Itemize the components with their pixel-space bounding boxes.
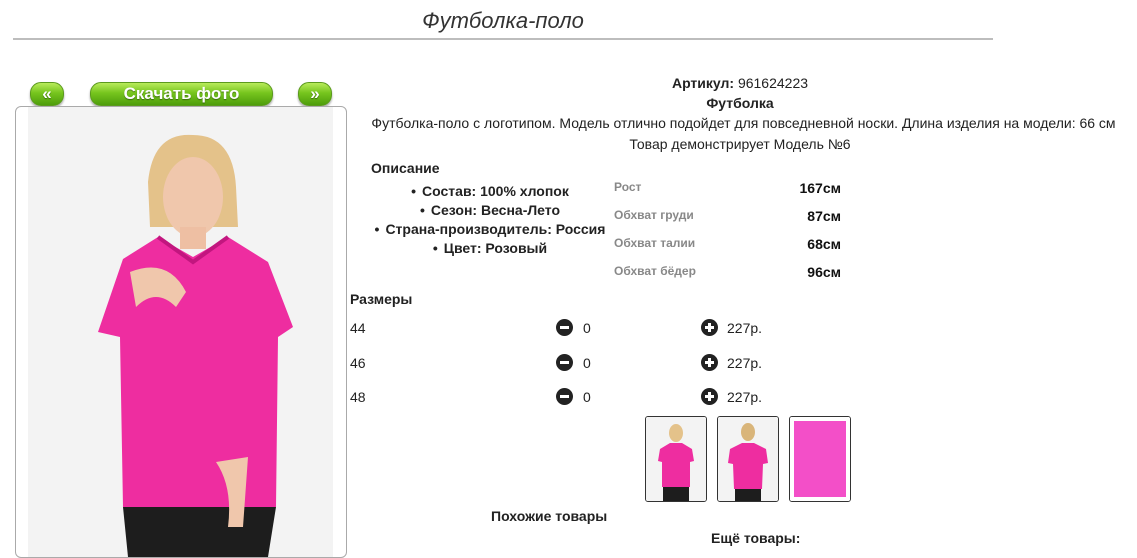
article-line: Артикул: 961624223 bbox=[350, 75, 1130, 91]
thumbnail-front[interactable] bbox=[645, 416, 707, 502]
article-label: Артикул: bbox=[671, 75, 735, 91]
measure-value-chest: 87см bbox=[807, 208, 841, 224]
size-qty: 0 bbox=[583, 355, 591, 371]
size-price: 227р. bbox=[727, 320, 763, 336]
model-note: Товар демонстрирует Модель №6 bbox=[629, 136, 851, 152]
size-label: 48 bbox=[350, 389, 366, 405]
prev-photo-button[interactable]: « bbox=[30, 82, 64, 106]
product-description: Футболка-поло с логотипом. Модель отличн… bbox=[371, 115, 1116, 131]
download-photo-button[interactable]: Скачать фото bbox=[90, 82, 273, 106]
size-price: 227р. bbox=[727, 389, 763, 405]
decrease-qty-icon[interactable] bbox=[556, 354, 573, 371]
title-divider bbox=[13, 38, 993, 40]
next-photo-button[interactable]: » bbox=[298, 82, 332, 106]
more-products-heading: Ещё товары: bbox=[711, 530, 801, 546]
measure-label-chest: Обхват груди bbox=[614, 208, 694, 222]
article-value: 961624223 bbox=[737, 75, 809, 91]
product-type: Футболка bbox=[706, 95, 774, 111]
thumbnail-back[interactable] bbox=[717, 416, 779, 502]
sizes-heading: Размеры bbox=[350, 291, 413, 307]
measure-label-height: Рост bbox=[614, 180, 642, 194]
details-item: Цвет: Розовый bbox=[370, 239, 610, 258]
details-list: Состав: 100% хлопок Сезон: Весна-Лето Ст… bbox=[370, 182, 610, 258]
measure-label-waist: Обхват талии bbox=[614, 236, 696, 250]
size-label: 44 bbox=[350, 320, 366, 336]
increase-qty-icon[interactable] bbox=[701, 319, 718, 336]
details-heading: Описание bbox=[371, 160, 440, 176]
measure-value-hips: 96см bbox=[807, 264, 841, 280]
decrease-qty-icon[interactable] bbox=[556, 319, 573, 336]
details-item: Страна-производитель: Россия bbox=[370, 220, 610, 239]
measure-label-hips: Обхват бёдер bbox=[614, 264, 696, 278]
size-label: 46 bbox=[350, 355, 366, 371]
thumbnail-fabric[interactable] bbox=[789, 416, 851, 502]
increase-qty-icon[interactable] bbox=[701, 354, 718, 371]
main-product-photo[interactable] bbox=[28, 107, 333, 557]
main-photo-frame bbox=[15, 106, 347, 558]
details-item: Состав: 100% хлопок bbox=[370, 182, 610, 201]
size-qty: 0 bbox=[583, 320, 591, 336]
similar-products-heading: Похожие товары bbox=[491, 508, 608, 524]
size-qty: 0 bbox=[583, 389, 591, 405]
decrease-qty-icon[interactable] bbox=[556, 388, 573, 405]
size-price: 227р. bbox=[727, 355, 763, 371]
details-item: Сезон: Весна-Лето bbox=[370, 201, 610, 220]
measure-value-height: 167см bbox=[799, 180, 841, 196]
increase-qty-icon[interactable] bbox=[701, 388, 718, 405]
measure-value-waist: 68см bbox=[807, 236, 841, 252]
page-title: Футболка-поло bbox=[422, 8, 584, 33]
